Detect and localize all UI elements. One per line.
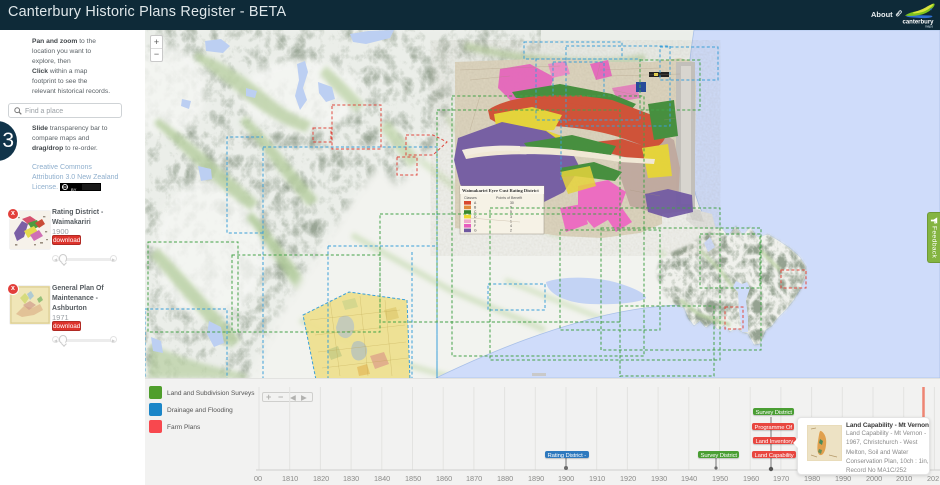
svg-text:Points of Benefit: Points of Benefit bbox=[496, 196, 522, 200]
svg-text:3: 3 bbox=[510, 215, 512, 219]
svg-text:4: 4 bbox=[510, 224, 512, 228]
svg-text:G: G bbox=[474, 229, 477, 233]
svg-text:Classes: Classes bbox=[464, 196, 477, 200]
svg-text:30: 30 bbox=[510, 201, 514, 205]
svg-text:maps: maps bbox=[925, 25, 934, 29]
svg-text:Waimakariri Eyre Cust Rating D: Waimakariri Eyre Cust Rating District bbox=[462, 188, 539, 193]
svg-text:2: 2 bbox=[510, 229, 512, 233]
svg-text:F: F bbox=[474, 224, 476, 228]
